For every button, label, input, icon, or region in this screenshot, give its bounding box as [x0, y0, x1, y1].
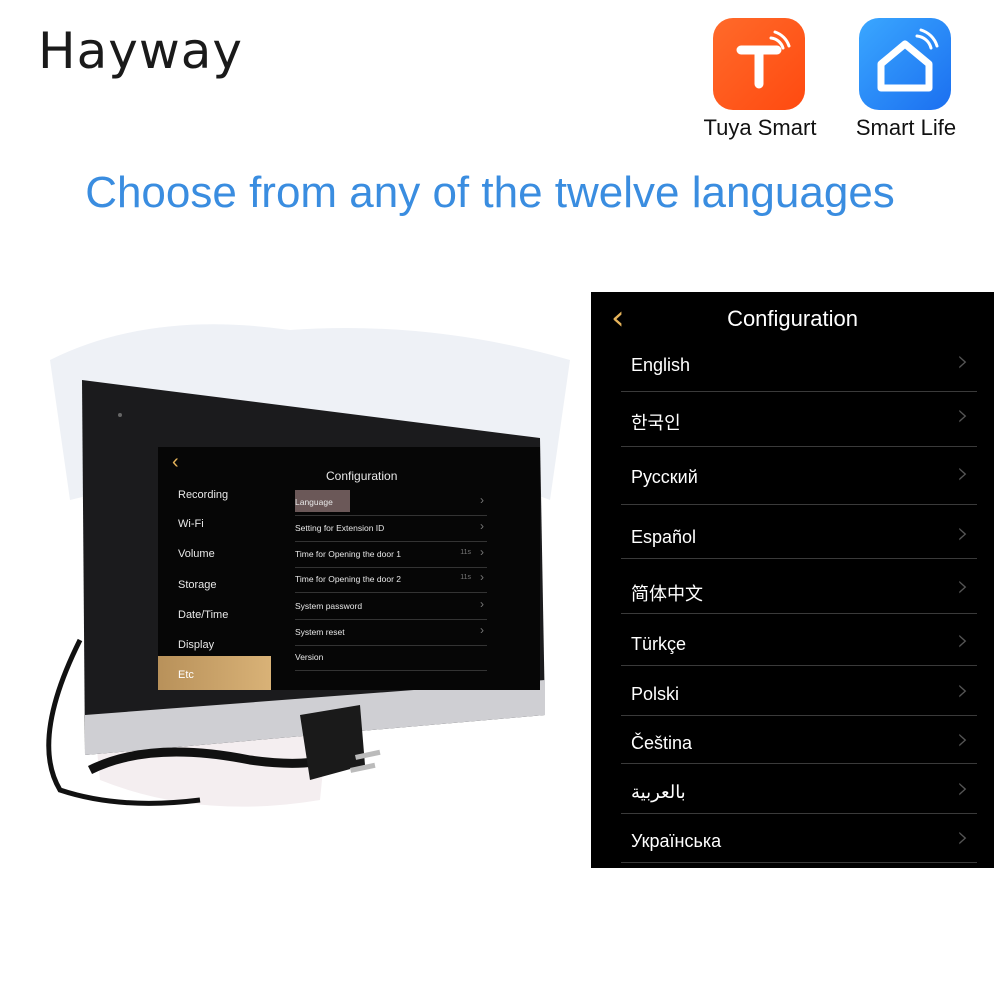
- option-label: Version: [295, 652, 324, 662]
- chevron-right-icon: ›: [957, 673, 969, 708]
- option-door-1[interactable]: Time for Opening the door 1 11s ›: [295, 542, 487, 568]
- option-system-reset[interactable]: System reset ›: [295, 620, 487, 646]
- smart-life-label: Smart Life: [855, 115, 957, 140]
- headline: Choose from any of the twelve languages: [85, 168, 895, 217]
- language-option[interactable]: English ›: [621, 344, 977, 392]
- chevron-right-icon: ›: [480, 519, 484, 533]
- language-label: English: [631, 355, 691, 375]
- sidebar-item-label: Etc: [178, 669, 194, 681]
- option-value: 11s: [460, 549, 471, 556]
- chevron-right-icon: ›: [957, 344, 969, 379]
- chevron-right-icon: ›: [480, 597, 484, 611]
- language-option[interactable]: Türkçe ›: [621, 613, 977, 666]
- smart-life-house-icon: [859, 18, 951, 110]
- option-label: Language: [295, 497, 333, 507]
- chevron-right-icon: ›: [957, 456, 969, 491]
- option-label: System reset: [295, 627, 345, 637]
- language-label: Українська: [631, 831, 722, 851]
- language-option[interactable]: Čeština ›: [621, 715, 977, 764]
- language-label: 简体中文: [631, 584, 703, 604]
- language-panel: ‹ Configuration English › 한국인 › Русский › Espa…: [591, 292, 994, 868]
- language-option[interactable]: 简体中文 ›: [621, 558, 977, 614]
- chevron-right-icon: ›: [957, 398, 969, 433]
- chevron-right-icon: ›: [957, 722, 969, 757]
- sidebar-item-display[interactable]: Display: [178, 639, 214, 651]
- language-label: Türkçe: [631, 634, 687, 654]
- sidebar-item-recording[interactable]: Recording: [178, 489, 228, 501]
- device-screen: ‹ Configuration Recording Wi-Fi Volume S…: [158, 447, 540, 690]
- sidebar-item-etc[interactable]: Etc: [158, 656, 271, 690]
- option-language[interactable]: Language ›: [295, 490, 487, 516]
- back-chevron-icon[interactable]: ‹: [172, 451, 179, 474]
- option-door-2[interactable]: Time for Opening the door 2 11s ›: [295, 567, 487, 593]
- chevron-right-icon: ›: [957, 569, 969, 604]
- language-label: Español: [631, 527, 697, 547]
- sidebar-item-volume[interactable]: Volume: [178, 548, 215, 560]
- chevron-right-icon: ›: [957, 516, 969, 551]
- language-label: بالعربية: [631, 782, 686, 802]
- sidebar-item-storage[interactable]: Storage: [178, 579, 217, 591]
- option-label: System password: [295, 601, 363, 611]
- option-label: Time for Opening the door 1: [295, 549, 401, 559]
- language-option[interactable]: Українська ›: [621, 813, 977, 863]
- language-label: Čeština: [631, 733, 693, 753]
- option-label: Setting for Extension ID: [295, 523, 385, 533]
- chevron-right-icon: ›: [957, 771, 969, 806]
- chevron-right-icon: ›: [957, 623, 969, 658]
- chevron-right-icon: ›: [480, 545, 484, 559]
- option-label: Time for Opening the door 2: [295, 574, 401, 584]
- language-option[interactable]: بالعربية ›: [621, 763, 977, 814]
- language-option[interactable]: 한국인 ›: [621, 391, 977, 447]
- chevron-right-icon: ›: [480, 570, 484, 584]
- brand-logo: Hayway: [38, 22, 243, 80]
- screen-title: Configuration: [326, 469, 398, 483]
- chevron-right-icon: ›: [480, 493, 484, 507]
- tuya-smart-label: Tuya Smart: [703, 115, 817, 140]
- sidebar-item-wifi[interactable]: Wi-Fi: [178, 518, 204, 530]
- language-label: Русский: [631, 467, 698, 487]
- panel-title: Configuration: [727, 306, 858, 331]
- option-version[interactable]: Version: [295, 645, 487, 671]
- option-extension-id[interactable]: Setting for Extension ID ›: [295, 516, 487, 542]
- option-system-password[interactable]: System password ›: [295, 594, 487, 620]
- tuya-smart-icon: [713, 18, 805, 110]
- language-option[interactable]: Español ›: [621, 504, 977, 559]
- language-label: Polski: [631, 684, 680, 704]
- chevron-right-icon: ›: [480, 623, 484, 637]
- language-label: 한국인: [631, 413, 681, 433]
- language-option[interactable]: Polski ›: [621, 665, 977, 716]
- sidebar-item-date-time[interactable]: Date/Time: [178, 609, 228, 621]
- chevron-right-icon: ›: [957, 820, 969, 855]
- option-value: 11s: [460, 574, 471, 581]
- language-option[interactable]: Русский ›: [621, 446, 977, 505]
